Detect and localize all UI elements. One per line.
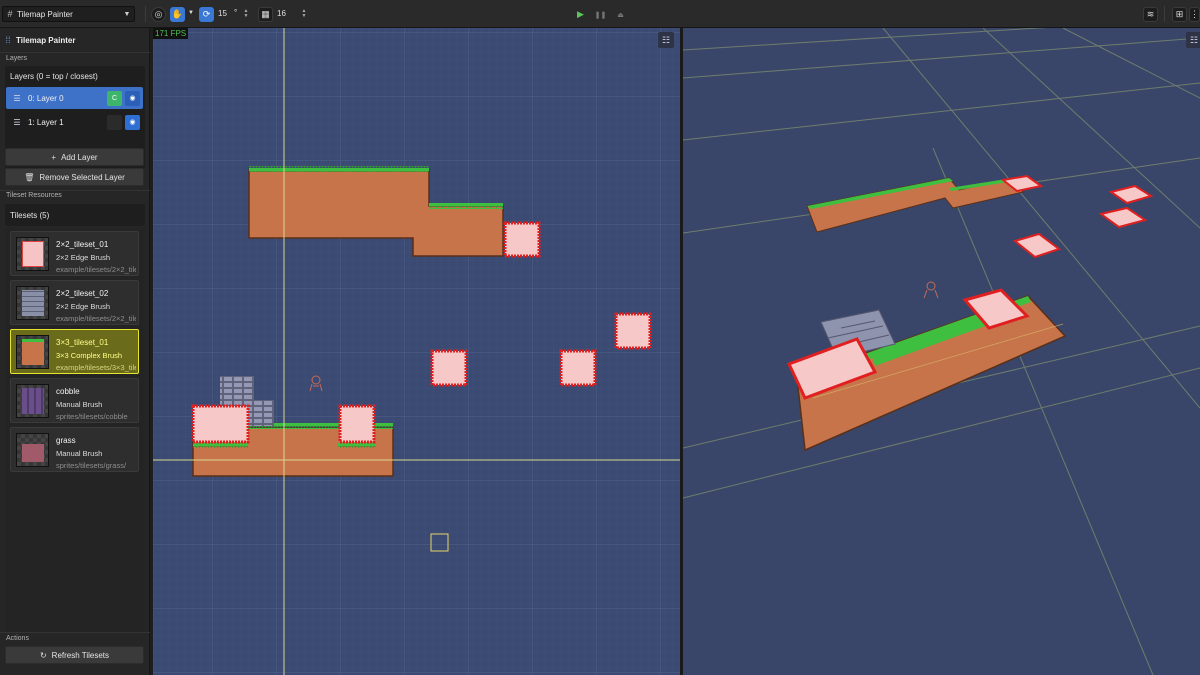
collision-toggle[interactable]: C bbox=[107, 90, 122, 106]
sidebar-header: ⁞⁞ Tilemap Painter bbox=[0, 28, 150, 52]
toolbar-divider bbox=[1164, 6, 1165, 22]
grid-icon[interactable]: ▦ bbox=[258, 7, 273, 22]
grid-size-value[interactable]: 16 bbox=[277, 9, 286, 18]
tileset-name: 3×3_tileset_01 bbox=[56, 338, 109, 347]
add-layer-label: Add Layer bbox=[61, 152, 98, 162]
tileset-name: grass bbox=[56, 436, 76, 445]
tileset-section-label: Tileset Resources bbox=[6, 192, 62, 199]
layers-section-label: Layers bbox=[6, 55, 28, 62]
viewport-settings-icon[interactable]: ☷ bbox=[658, 32, 674, 48]
tileset-item[interactable]: cobble Manual Brush sprites/tilesets/cob… bbox=[10, 378, 139, 423]
tileset-item[interactable]: 2×2_tileset_02 2×2 Edge Brush example/ti… bbox=[10, 280, 139, 325]
tileset-name: cobble bbox=[56, 387, 80, 396]
pink-tile[interactable] bbox=[430, 349, 468, 387]
refresh-tilesets-label: Refresh Tilesets bbox=[51, 650, 110, 660]
plus-icon: + bbox=[51, 152, 57, 162]
tileset-brush: 2×2 Edge Brush bbox=[56, 253, 110, 262]
pause-icon[interactable]: ❚❚ bbox=[593, 7, 608, 22]
tileset-path: sprites/tilesets/grass/ bbox=[56, 461, 127, 470]
grid-dots-icon: ⁞⁞ bbox=[5, 35, 11, 45]
sidebar-title: Tilemap Painter bbox=[16, 35, 76, 45]
remove-layer-label: Remove Selected Layer bbox=[39, 172, 125, 182]
more-icon[interactable]: ⋮ bbox=[1189, 7, 1200, 22]
pink-tile[interactable] bbox=[191, 404, 250, 444]
snap-value[interactable]: 15 bbox=[218, 9, 227, 18]
wifi-icon[interactable]: ≋ bbox=[1143, 7, 1158, 22]
drag-handle-icon[interactable]: ☰ bbox=[6, 118, 28, 127]
tileset-thumbnail bbox=[16, 335, 49, 369]
tileset-item[interactable]: grass Manual Brush sprites/tilesets/gras… bbox=[10, 427, 139, 472]
tileset-brush: 2×2 Edge Brush bbox=[56, 302, 110, 311]
viewport-2d[interactable]: 171 FPS ☷ bbox=[153, 28, 680, 675]
tilemap-painter-sidebar: ⁞⁞ Tilemap Painter Layers Layers (0 = to… bbox=[0, 28, 150, 675]
collision-toggle[interactable] bbox=[107, 114, 122, 130]
refresh-icon: ↻ bbox=[39, 650, 47, 660]
tileset-brush: Manual Brush bbox=[56, 449, 103, 458]
top-toolbar: # Tilemap Painter ▼ ◎ ✋ ▼ ⟳ 15 ° ▲ ▼ ▦ 16… bbox=[0, 0, 1200, 28]
divider bbox=[0, 52, 150, 53]
play-icon[interactable]: ▶ bbox=[573, 7, 588, 22]
step-icon[interactable]: ⏏ bbox=[613, 7, 628, 22]
viewport-3d[interactable]: ☷ bbox=[683, 28, 1200, 675]
tileset-item-selected[interactable]: 3×3_tileset_01 3×3 Complex Brush example… bbox=[10, 329, 139, 374]
tileset-thumbnail bbox=[16, 433, 49, 467]
tileset-thumbnail bbox=[16, 286, 49, 320]
divider bbox=[0, 190, 150, 191]
viewport-3d-settings-icon[interactable]: ☷ bbox=[1186, 32, 1200, 48]
tilesets-header-panel: Tilesets (5) bbox=[5, 204, 145, 226]
tileset-path: example/tilesets/2×2_tileset_02 bbox=[56, 314, 136, 323]
globe-icon[interactable]: ◎ bbox=[151, 7, 166, 22]
tileset-name: 2×2_tileset_01 bbox=[56, 240, 109, 249]
grid-spinner-icon[interactable]: ▲ ▼ bbox=[300, 9, 308, 19]
tileset-brush: Manual Brush bbox=[56, 400, 103, 409]
tilesets-header: Tilesets (5) bbox=[10, 211, 50, 220]
layers-panel-title: Layers (0 = top / closest) bbox=[10, 72, 98, 81]
pink-tile[interactable] bbox=[503, 221, 541, 258]
pink-tile[interactable] bbox=[614, 312, 652, 350]
refresh-tilesets-button[interactable]: ↻ Refresh Tilesets bbox=[5, 646, 144, 664]
scene-selector-label: Tilemap Painter bbox=[17, 9, 73, 19]
trash-icon: 🗑 bbox=[24, 172, 35, 182]
tileset-path: sprites/tilesets/cobble bbox=[56, 412, 128, 421]
layer-name: 1: Layer 1 bbox=[28, 117, 64, 127]
actions-section-label: Actions bbox=[6, 635, 29, 642]
layer-name: 0: Layer 0 bbox=[28, 93, 64, 103]
hand-tool-icon[interactable]: ✋ bbox=[170, 7, 185, 22]
snap-unit: ° bbox=[234, 8, 238, 17]
tileset-thumbnail bbox=[16, 384, 49, 418]
eye-icon[interactable]: ◉ bbox=[125, 114, 140, 130]
pink-tile[interactable] bbox=[559, 349, 597, 387]
layer-row-0[interactable]: ☰ 0: Layer 0 C ◉ bbox=[6, 87, 143, 109]
hash-icon: # bbox=[7, 9, 13, 19]
tileset-brush: 3×3 Complex Brush bbox=[56, 351, 123, 360]
toolbar-divider bbox=[145, 6, 146, 22]
pink-tile[interactable] bbox=[338, 404, 376, 444]
tileset-path: example/tilesets/3×3_tileset_01 bbox=[56, 363, 136, 372]
drag-handle-icon[interactable]: ☰ bbox=[6, 94, 28, 103]
tileset-path: example/tilesets/2×2_tileset_01 bbox=[56, 265, 136, 274]
snap-spinner-icon[interactable]: ▲ ▼ bbox=[242, 9, 250, 19]
eye-icon[interactable]: ◉ bbox=[125, 90, 140, 106]
chevron-down-icon: ▼ bbox=[123, 10, 131, 18]
add-layer-button[interactable]: + Add Layer bbox=[5, 148, 144, 166]
tileset-thumbnail bbox=[16, 237, 49, 271]
tileset-name: 2×2_tileset_02 bbox=[56, 289, 109, 298]
tilemap-canvas-3d[interactable] bbox=[683, 28, 1200, 675]
snap-rotate-icon[interactable]: ⟳ bbox=[199, 7, 214, 22]
scene-selector-dropdown[interactable]: # Tilemap Painter ▼ bbox=[2, 6, 135, 22]
tilemap-canvas-2d[interactable] bbox=[153, 28, 680, 675]
layout-grid-icon[interactable]: ⊞ bbox=[1172, 7, 1187, 22]
fps-counter: 171 FPS bbox=[153, 28, 189, 39]
remove-layer-button[interactable]: 🗑 Remove Selected Layer bbox=[5, 168, 144, 186]
divider bbox=[0, 632, 150, 633]
layer-row-1[interactable]: ☰ 1: Layer 1 ◉ bbox=[6, 111, 143, 133]
tileset-item[interactable]: 2×2_tileset_01 2×2 Edge Brush example/ti… bbox=[10, 231, 139, 276]
tool-dropdown-caret-icon[interactable]: ▼ bbox=[188, 10, 194, 16]
